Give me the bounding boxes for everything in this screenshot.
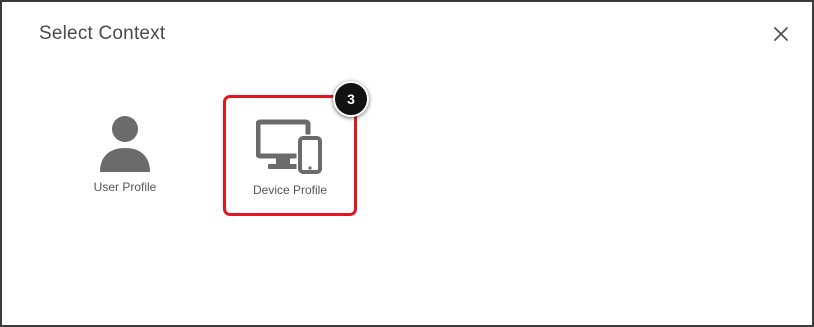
close-button[interactable]	[768, 21, 794, 47]
step-number-badge: 3	[333, 81, 369, 117]
user-profile-label: User Profile	[93, 180, 157, 194]
device-profile-option[interactable]: Device Profile	[223, 95, 357, 216]
device-profile-label: Device Profile	[252, 183, 328, 197]
devices-icon	[255, 118, 324, 176]
select-context-dialog: Select Context User Profile Device Profi…	[0, 0, 814, 327]
dialog-title: Select Context	[39, 23, 166, 44]
user-profile-option[interactable]: User Profile	[72, 114, 178, 204]
user-icon	[98, 114, 152, 174]
close-icon	[774, 27, 788, 41]
